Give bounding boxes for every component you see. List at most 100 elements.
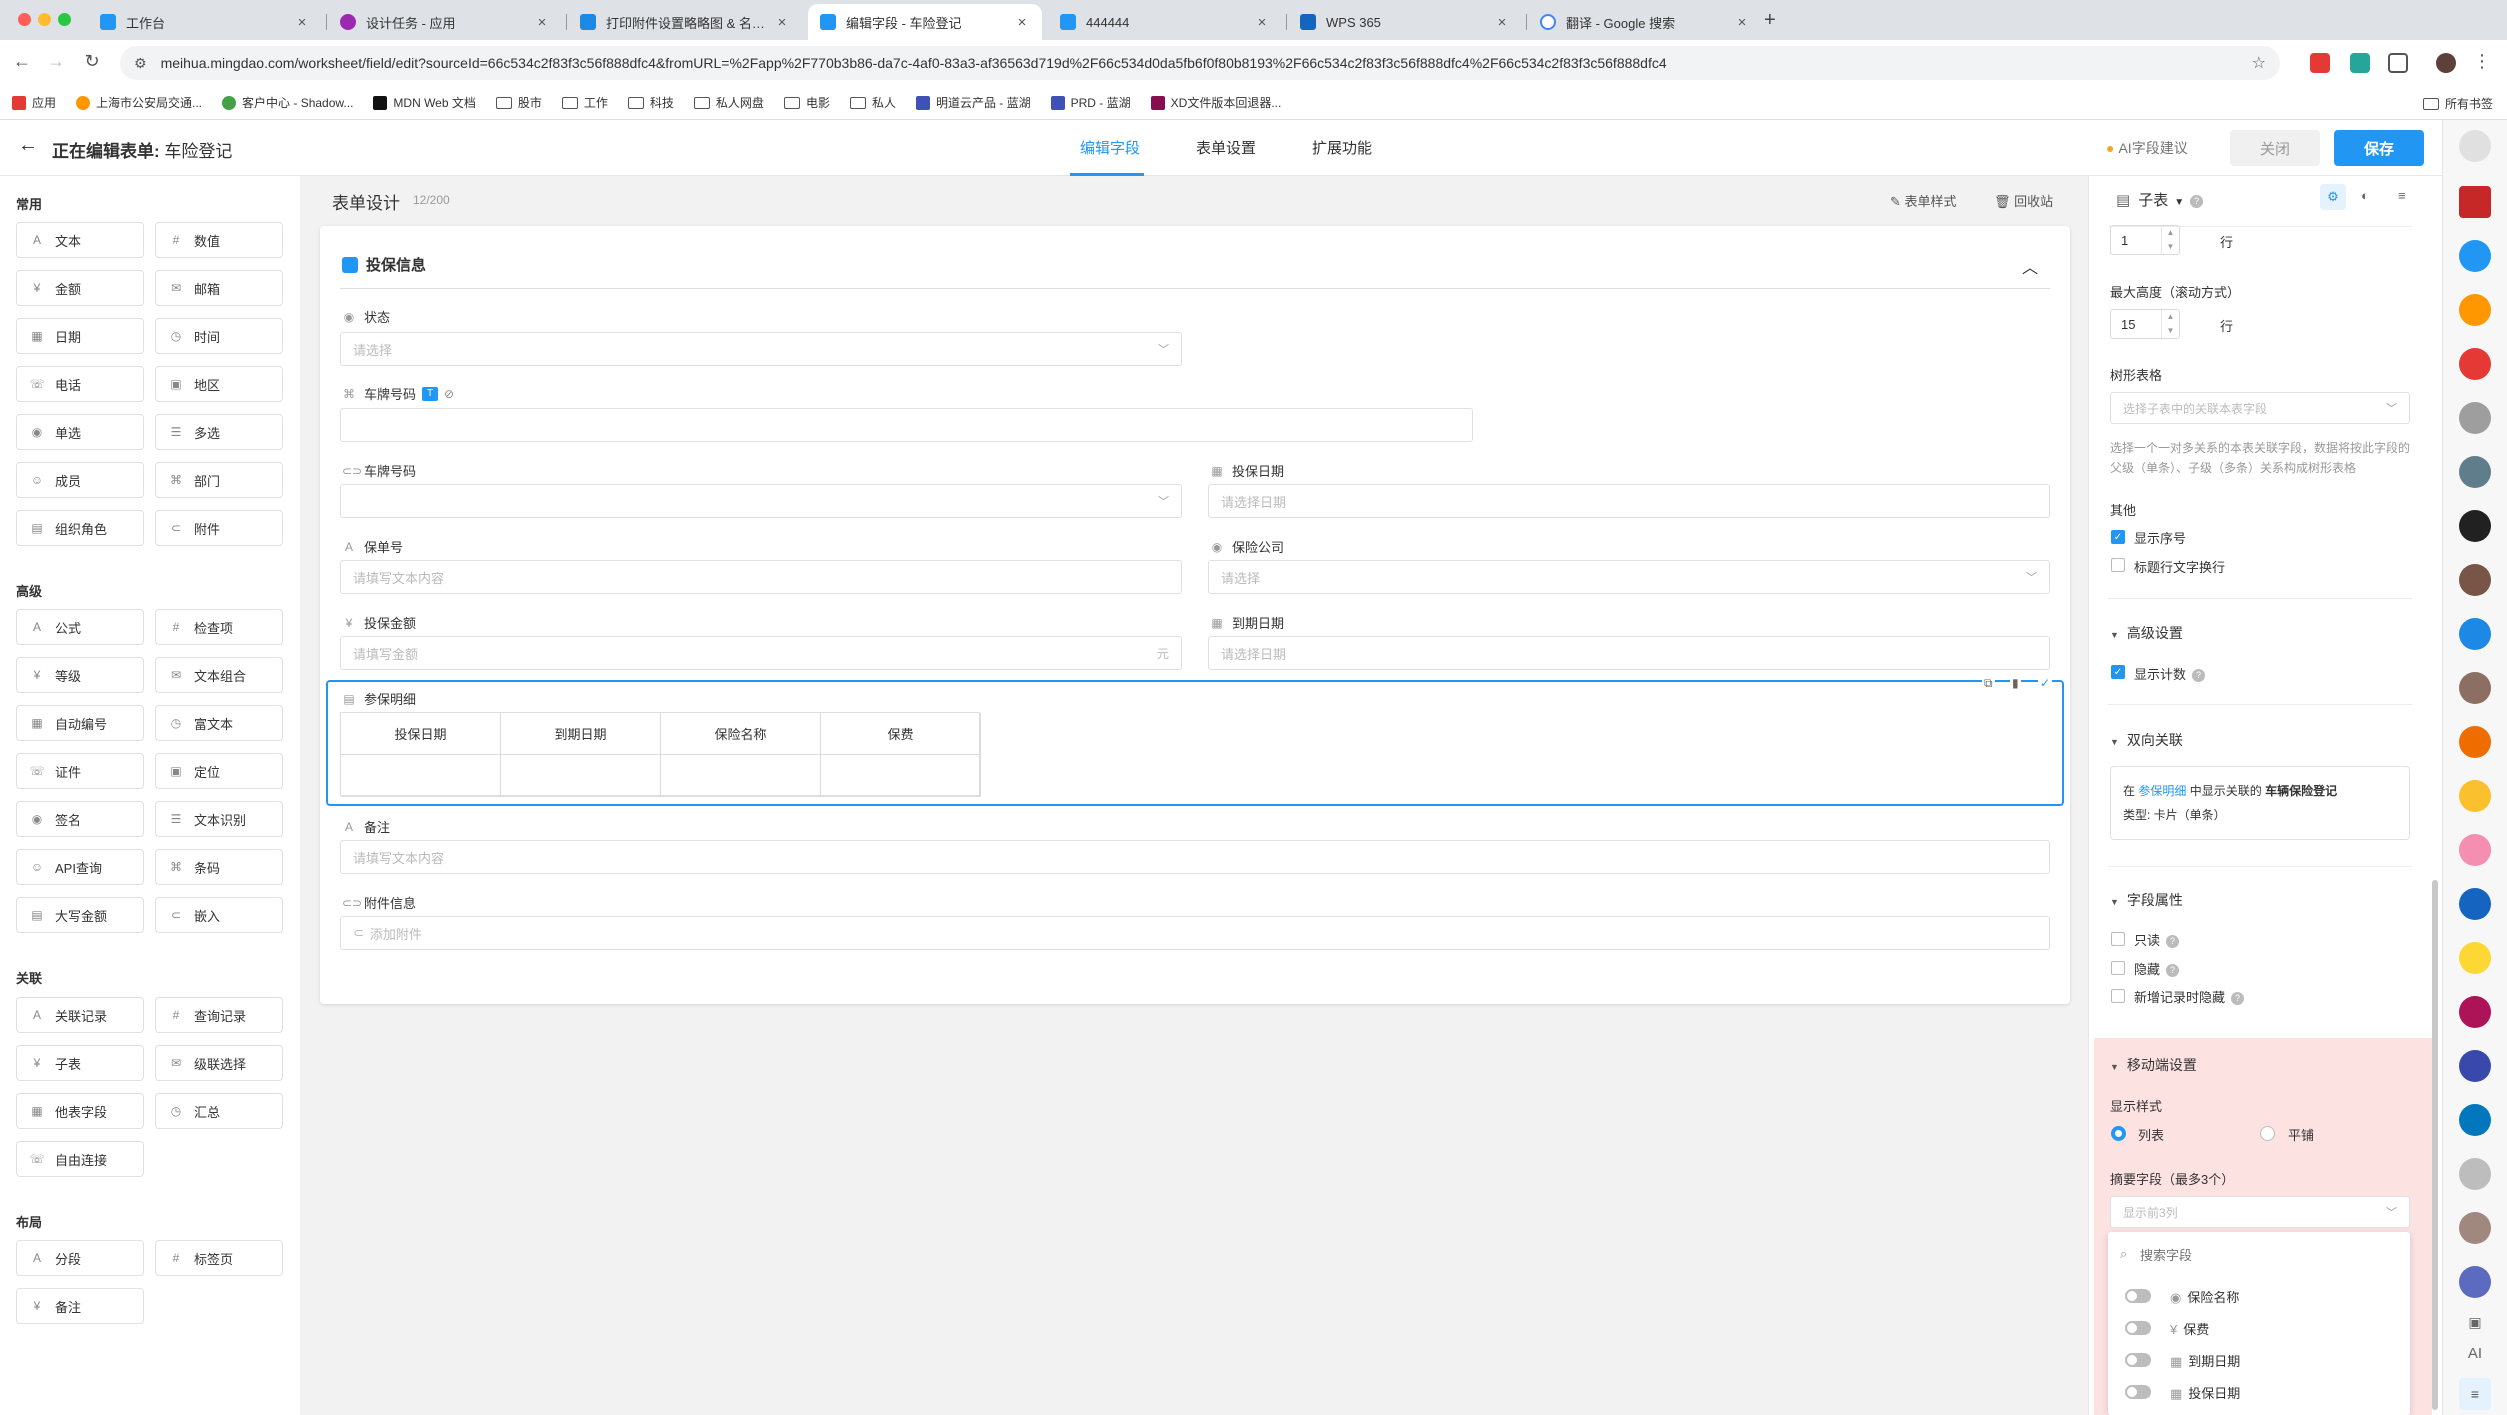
tab-edit-fields[interactable]: 编辑字段 <box>1080 137 1140 158</box>
bookmark-item[interactable]: PRD - 蓝湖 <box>1050 94 1131 111</box>
close-tab-icon[interactable]: × <box>1014 14 1030 31</box>
palette-item[interactable]: ▦ 他表字段 <box>16 1093 144 1129</box>
readonly-checkbox[interactable] <box>2111 932 2125 946</box>
panel-scrollbar[interactable] <box>2432 880 2438 1410</box>
palette-item[interactable]: ◉ 签名 <box>16 801 144 837</box>
palette-item[interactable]: ⌘ 条码 <box>155 849 283 885</box>
calendar-app-icon[interactable] <box>2459 348 2491 380</box>
list-item[interactable]: ▦ 投保日期 <box>2170 1383 2240 1402</box>
remark-input[interactable]: 请填写文本内容 <box>340 840 2050 874</box>
style-tile-radio[interactable] <box>2260 1126 2275 1141</box>
avatar[interactable] <box>2459 726 2491 758</box>
tab-form-settings[interactable]: 表单设置 <box>1196 137 1256 158</box>
all-bookmarks[interactable]: 所有书签 <box>2422 95 2493 112</box>
help-icon[interactable]: ? <box>2166 935 2180 949</box>
field-properties-header[interactable]: ▼ 字段属性 <box>2110 890 2183 910</box>
palette-item[interactable]: ☏ 自由连接 <box>16 1141 144 1177</box>
avatar[interactable] <box>2459 1212 2491 1244</box>
browser-tab[interactable]: 444444 × <box>1048 4 1282 40</box>
palette-item[interactable]: ✉ 邮箱 <box>155 270 283 306</box>
bookmark-folder[interactable]: 科技 <box>627 94 674 111</box>
extension-icon[interactable] <box>2350 53 2370 73</box>
avatar[interactable] <box>2459 780 2491 812</box>
bookmark-folder[interactable]: 电影 <box>783 94 830 111</box>
insure-date-input[interactable]: 请选择日期 <box>1208 484 2050 518</box>
palette-item[interactable]: ¥ 备注 <box>16 1288 144 1324</box>
bookmark-folder[interactable]: 私人网盘 <box>693 94 764 111</box>
notification-icon[interactable] <box>2459 402 2491 434</box>
extensions-puzzle-icon[interactable] <box>2388 53 2408 73</box>
back-nav-icon[interactable]: ← <box>10 51 34 72</box>
lightning-icon[interactable] <box>2459 618 2491 650</box>
browser-tab[interactable]: 工作台 × <box>88 4 322 40</box>
palette-item[interactable]: # 标签页 <box>155 1240 283 1276</box>
hide-on-new-checkbox[interactable] <box>2111 989 2125 1003</box>
extension-icon[interactable] <box>2310 53 2330 73</box>
close-tab-icon[interactable]: × <box>774 14 790 31</box>
settings-gear-icon[interactable]: ⚙ <box>2320 184 2346 210</box>
help-icon[interactable]: ? <box>2231 992 2245 1006</box>
copy-icon[interactable]: ⧉ <box>1982 676 1995 691</box>
browser-tab[interactable]: WPS 365 × <box>1288 4 1522 40</box>
help-icon[interactable]: ? <box>2192 669 2206 683</box>
palette-item[interactable]: ▣ 地区 <box>155 366 283 402</box>
attachment-input[interactable]: ⊂ 添加附件 <box>340 916 2050 950</box>
minimize-window-button[interactable] <box>38 13 51 26</box>
close-tab-icon[interactable]: × <box>1494 14 1510 31</box>
plate-input[interactable] <box>340 408 1473 442</box>
new-tab-button[interactable]: + <box>1764 9 1776 32</box>
bookmark-item[interactable]: MDN Web 文档 <box>373 94 476 111</box>
summary-field-toggle[interactable] <box>2125 1385 2151 1399</box>
palette-item[interactable]: ⌘ 部门 <box>155 462 283 498</box>
close-window-button[interactable] <box>18 13 31 26</box>
forward-nav-icon[interactable]: → <box>44 51 68 72</box>
avatar[interactable] <box>2459 456 2491 488</box>
palette-item[interactable]: ⊂ 附件 <box>155 510 283 546</box>
back-arrow-icon[interactable]: ← <box>18 134 38 157</box>
bookmark-apps[interactable]: 应用 <box>12 94 56 111</box>
style-list-radio[interactable] <box>2111 1126 2126 1141</box>
bookmark-item[interactable]: 明道云产品 - 蓝湖 <box>915 94 1031 111</box>
list-item[interactable]: ▦ 到期日期 <box>2170 1351 2240 1370</box>
amount-input[interactable]: 请填写金额元 <box>340 636 1182 670</box>
palette-item[interactable]: ☺ 成员 <box>16 462 144 498</box>
recycle-bin-button[interactable]: 🗑 回收站 <box>1994 191 2053 210</box>
policy-no-input[interactable]: 请填写文本内容 <box>340 560 1182 594</box>
url-field[interactable]: ⚙ meihua.mingdao.com/worksheet/field/edi… <box>120 46 2280 80</box>
browser-tab-active[interactable]: 编辑字段 - 车险登记 × <box>808 4 1042 40</box>
palette-item[interactable]: # 检查项 <box>155 609 283 645</box>
bookmark-item[interactable]: 上海市公安局交通... <box>76 94 202 111</box>
palette-item[interactable]: A 分段 <box>16 1240 144 1276</box>
palette-item[interactable]: A 公式 <box>16 609 144 645</box>
palette-item[interactable]: ¥ 金额 <box>16 270 144 306</box>
wrap-title-checkbox[interactable] <box>2111 558 2125 572</box>
close-tab-icon[interactable]: × <box>1734 14 1750 31</box>
palette-item[interactable]: ✉ 级联选择 <box>155 1045 283 1081</box>
plate-relation-select[interactable]: ﹀ <box>340 484 1182 518</box>
palette-item[interactable]: ☏ 电话 <box>16 366 144 402</box>
palette-item[interactable]: # 数值 <box>155 222 283 258</box>
tab-extensions[interactable]: 扩展功能 <box>1312 137 1372 158</box>
browser-tab[interactable]: 设计任务 - 应用 × <box>328 4 562 40</box>
bookmark-star-icon[interactable]: ☆ <box>2252 53 2266 73</box>
palette-item[interactable]: ◉ 单选 <box>16 414 144 450</box>
hidden-checkbox[interactable] <box>2111 961 2125 975</box>
show-index-checkbox[interactable]: ✓ <box>2111 530 2125 544</box>
app-icon[interactable] <box>2459 186 2491 218</box>
contact-card-icon[interactable]: ▣ <box>2459 1306 2491 1338</box>
summary-field-toggle[interactable] <box>2125 1321 2151 1335</box>
palette-item[interactable]: ▣ 定位 <box>155 753 283 789</box>
avatar[interactable] <box>2436 53 2456 73</box>
site-info-icon[interactable]: ⚙ <box>134 55 147 72</box>
palette-item[interactable]: ☏ 证件 <box>16 753 144 789</box>
bidirectional-link[interactable]: 参保明细 <box>2138 784 2186 798</box>
summary-field-toggle[interactable] <box>2125 1353 2151 1367</box>
bookmark-item[interactable]: 客户中心 - Shadow... <box>222 94 353 111</box>
close-tab-icon[interactable]: × <box>534 14 550 31</box>
help-icon[interactable]: ? <box>2166 964 2180 978</box>
palette-item[interactable]: ▦ 自动编号 <box>16 705 144 741</box>
tree-table-select[interactable]: 选择子表中的关联本表字段 ﹀ <box>2110 392 2410 424</box>
close-tab-icon[interactable]: × <box>1254 14 1270 31</box>
chevron-up-icon[interactable]: ︿ <box>2022 254 2038 278</box>
avatar[interactable] <box>2459 1158 2491 1190</box>
